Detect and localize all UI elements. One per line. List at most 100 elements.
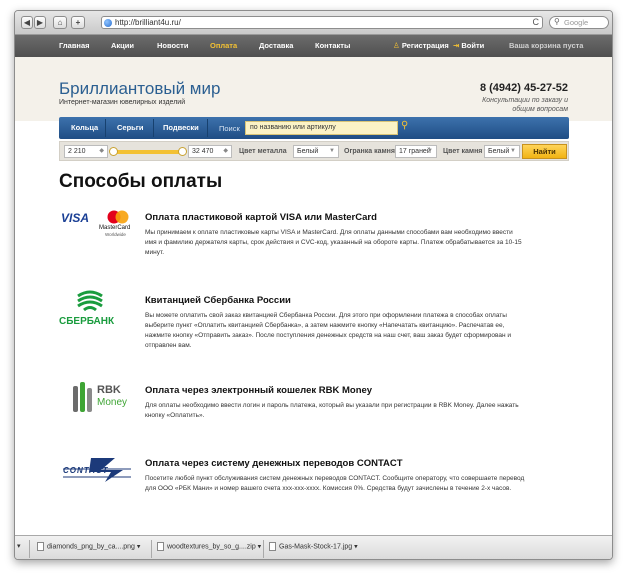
filter-bar: 2 210 ◆ 32 470 ◆ Цвет металла Белый ▼ Огран…: [59, 141, 569, 161]
login-icon: ⇥: [453, 41, 460, 50]
price-max-value: 32 470: [192, 148, 214, 155]
rbk-money-logo: RBK Money: [59, 382, 139, 432]
nav-item-payment[interactable]: Оплата: [210, 41, 237, 50]
metal-color-value: Белый: [297, 148, 319, 155]
search-icon[interactable]: ⚲: [401, 120, 408, 131]
catalog-item-rings[interactable]: Кольца: [71, 123, 98, 132]
method-description: Для оплаты необходимо ввести логин и пар…: [145, 402, 519, 419]
address-url[interactable]: http://brilliant4u.ru/: [115, 18, 181, 27]
mastercard-logo-text: MasterCard: [99, 225, 131, 231]
mastercard-sub-text: Worldwide: [105, 232, 126, 237]
phone-number: 8 (4942) 45-27-52: [479, 82, 568, 94]
home-button[interactable]: ⌂: [53, 16, 67, 29]
stone-color-select[interactable]: Белый ▼: [484, 145, 520, 158]
method-title: Оплата пластиковой картой VISA или Maste…: [145, 212, 377, 223]
download-filename: woodtextures_by_so_g....zip: [167, 543, 256, 551]
nav-item-delivery[interactable]: Доставка: [259, 41, 293, 50]
file-icon: [269, 542, 276, 551]
visa-mastercard-logo: VISA MasterCard Worldwide: [59, 209, 139, 259]
payment-method-rbk: RBK Money Оплата через электронный кошел…: [59, 382, 569, 432]
method-title: Оплата через электронный кошелек RBK Mon…: [145, 385, 373, 396]
browser-search-placeholder: Google: [564, 18, 589, 27]
find-button[interactable]: Найти: [522, 144, 567, 159]
add-bookmark-button[interactable]: +: [71, 16, 85, 29]
payment-method-sberbank: СБЕРБАНК Квитанцией Сбербанка России Вы …: [59, 290, 569, 362]
search-label: Поиск: [219, 124, 240, 133]
globe-icon: [104, 19, 112, 27]
stone-cut-label: Огранка камня: [344, 148, 395, 155]
nav-item-news[interactable]: Новости: [157, 41, 188, 50]
rbk-logo-text: RBK: [97, 384, 121, 396]
price-min-input[interactable]: 2 210 ◆: [64, 145, 108, 158]
search-icon: ⚲: [554, 17, 560, 26]
register-link[interactable]: ♙ Регистрация: [393, 41, 449, 50]
site-logo-subtitle: Интернет-магазин ювелирных изделий: [59, 99, 186, 106]
price-min-handle[interactable]: [109, 147, 118, 156]
contact-logo-text: CONTACT: [63, 466, 109, 475]
catalog-divider: [105, 119, 106, 137]
chevron-down-icon: ▼: [329, 148, 335, 154]
address-bar[interactable]: http://brilliant4u.ru/ C: [101, 16, 543, 29]
downloads-divider: [263, 540, 264, 558]
payment-method-contact: CONTACT Оплата через систему денежных пе…: [59, 455, 569, 505]
method-description: Мы принимаем к оплате пластиковые карты …: [145, 229, 522, 256]
metal-color-select[interactable]: Белый ▼: [293, 145, 339, 158]
price-range-slider[interactable]: [112, 150, 184, 154]
downloads-divider: [151, 540, 152, 558]
site-search-input[interactable]: по названию или артикулу: [245, 121, 398, 135]
stone-cut-value: 17 граней: [399, 148, 431, 155]
site-header: Бриллиантовый мир Интернет-магазин ювели…: [15, 57, 612, 121]
method-description: Посетите любой пункт обслуживания систем…: [145, 475, 525, 492]
sberbank-icon: [77, 290, 103, 312]
sberbank-logo: СБЕРБАНК: [59, 290, 139, 342]
catalog-item-pendants[interactable]: Подвески: [163, 123, 199, 132]
download-arrow-icon[interactable]: ▾: [17, 542, 21, 555]
stone-color-value: Белый: [488, 148, 510, 155]
browser-window: ◀ ▶ ⌂ + http://brilliant4u.ru/ C ⚲ Googl…: [14, 10, 613, 560]
contact-logo: CONTACT: [59, 455, 139, 505]
stone-color-label: Цвет камня: [443, 148, 483, 155]
back-button[interactable]: ◀: [21, 16, 33, 29]
nav-item-contacts[interactable]: Контакты: [315, 41, 350, 50]
method-title: Квитанцией Сбербанка России: [145, 295, 291, 306]
rbk-money-logo-text: Money: [97, 397, 128, 408]
chevron-down-icon: ▼: [427, 148, 433, 154]
browser-toolbar: ◀ ▶ ⌂ + http://brilliant4u.ru/ C ⚲ Googl…: [15, 11, 612, 35]
cart-status[interactable]: Ваша корзина пуста: [509, 41, 583, 50]
download-item[interactable]: Gas-Mask-Stock-17.jpg ▾: [269, 542, 358, 555]
site-nav: Главная Акции Новости Оплата Доставка Ко…: [15, 35, 612, 57]
user-icon: ♙: [393, 41, 400, 50]
catalog-divider: [207, 119, 208, 137]
login-link[interactable]: ⇥ Войти: [453, 41, 484, 50]
mastercard-icon: [107, 210, 129, 224]
page-title: Способы оплаты: [59, 171, 223, 192]
site-logo-title[interactable]: Бриллиантовый мир: [59, 79, 220, 99]
browser-search-field[interactable]: ⚲ Google: [549, 16, 609, 29]
nav-item-home[interactable]: Главная: [59, 41, 90, 50]
nav-item-promotions[interactable]: Акции: [111, 41, 134, 50]
payment-method-cards: VISA MasterCard Worldwide Оплата пластик…: [59, 209, 569, 269]
catalog-item-earrings[interactable]: Серьги: [117, 123, 144, 132]
reload-icon[interactable]: C: [533, 17, 540, 27]
file-icon: [157, 542, 164, 551]
catalog-bar: Кольца Серьги Подвески Поиск по названию…: [59, 117, 569, 139]
rbk-icon: [73, 382, 92, 412]
metal-color-label: Цвет металла: [239, 148, 287, 155]
visa-logo-text: VISA: [61, 211, 90, 225]
download-item[interactable]: diamonds_png_by_ca....png ▾: [37, 542, 140, 555]
download-filename: diamonds_png_by_ca....png: [47, 543, 135, 551]
chevron-down-icon: ▼: [510, 148, 516, 154]
download-filename: Gas-Mask-Stock-17.jpg: [279, 543, 353, 551]
stepper-icon: ◆: [99, 148, 104, 154]
stone-cut-select[interactable]: 17 граней ▼: [395, 145, 437, 158]
download-item[interactable]: woodtextures_by_so_g....zip ▾: [157, 542, 261, 555]
sberbank-logo-text: СБЕРБАНК: [59, 316, 115, 327]
price-min-value: 2 210: [68, 148, 86, 155]
price-max-handle[interactable]: [178, 147, 187, 156]
price-max-input[interactable]: 32 470 ◆: [188, 145, 232, 158]
file-icon: [37, 542, 44, 551]
catalog-divider: [153, 119, 154, 137]
downloads-divider: [29, 540, 30, 558]
downloads-bar: ▾ diamonds_png_by_ca....png ▾ woodtextur…: [15, 535, 612, 559]
forward-button[interactable]: ▶: [34, 16, 46, 29]
